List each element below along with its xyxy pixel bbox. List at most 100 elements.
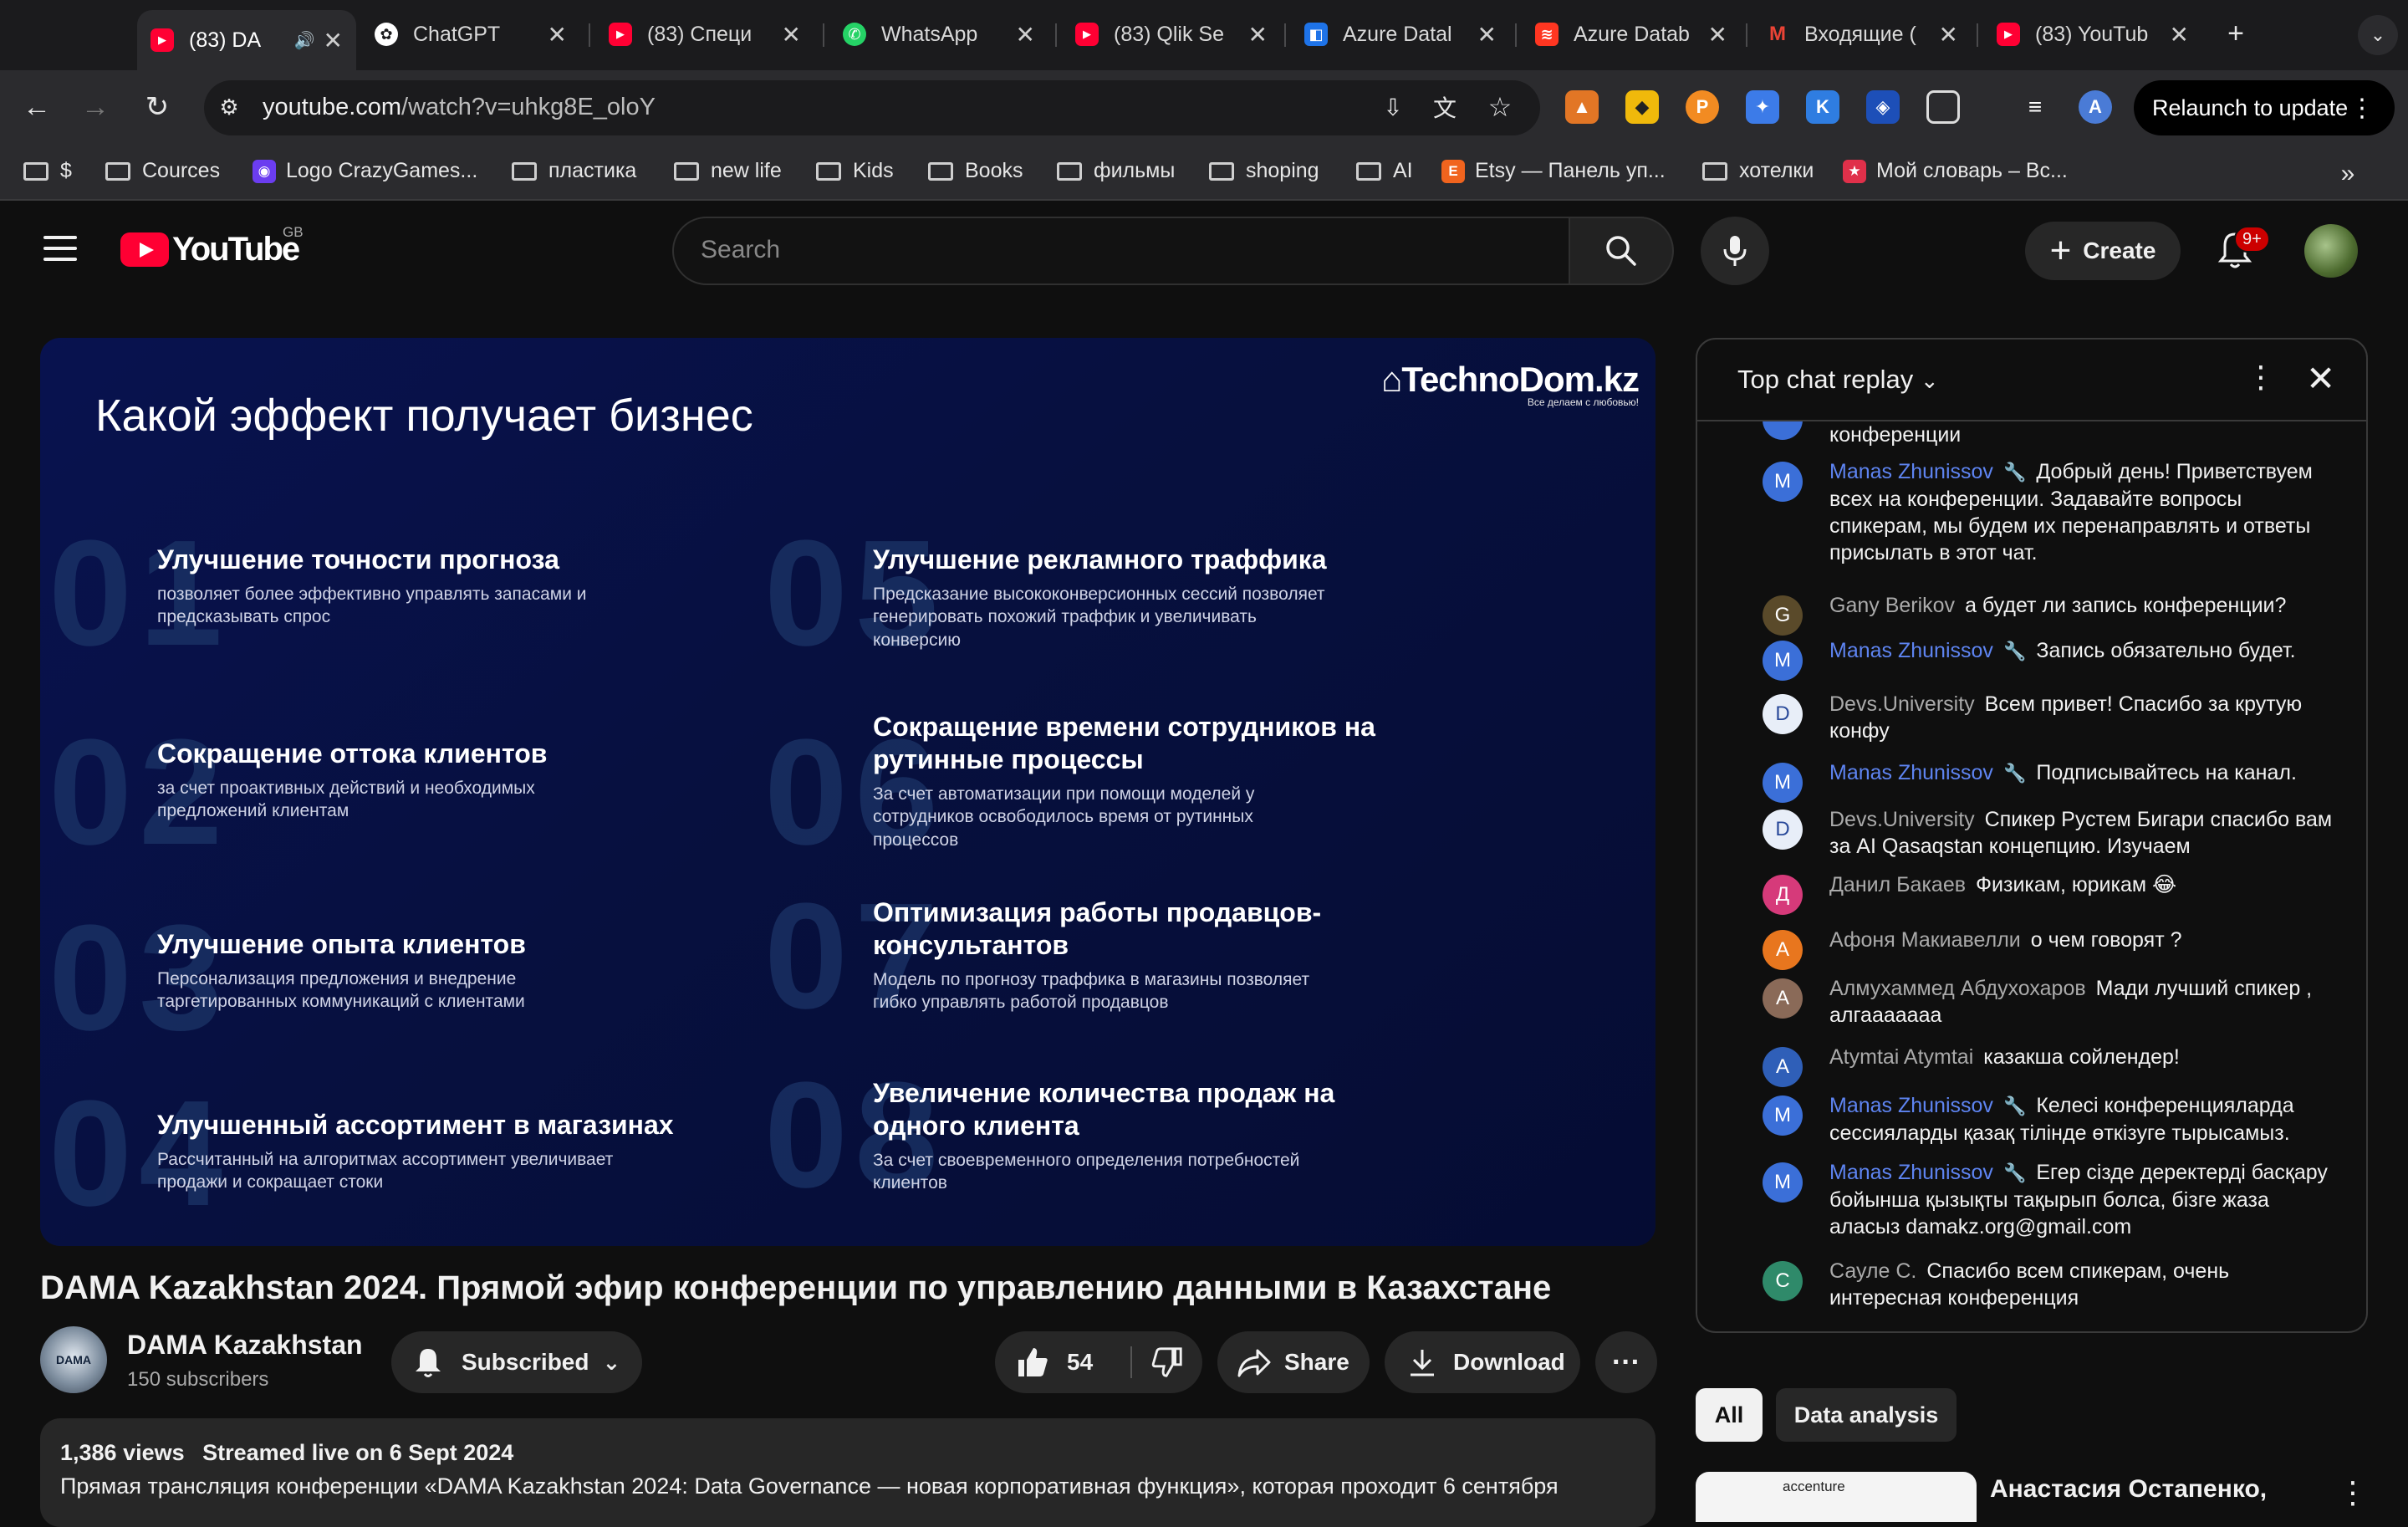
profile-icon[interactable]: A xyxy=(2079,90,2112,124)
chat-author[interactable]: Manas Zhunissov xyxy=(1829,460,1993,483)
bookmark-item[interactable]: Kids xyxy=(816,159,894,183)
translate-icon[interactable]: 文 xyxy=(1426,89,1463,125)
bookmark-item[interactable]: пластика xyxy=(512,159,636,183)
tab-close-icon[interactable]: ✕ xyxy=(1939,21,1958,49)
chat-author[interactable]: Manas Zhunissov xyxy=(1829,1094,1993,1117)
extension-p-icon[interactable]: P xyxy=(1686,90,1719,124)
chat-author[interactable]: Manas Zhunissov xyxy=(1829,639,1993,662)
bookmark-item[interactable]: shoping xyxy=(1209,159,1319,183)
media-control-icon[interactable]: ≡ xyxy=(2018,90,2052,124)
video-player[interactable]: Какой эффект получает бизнес ⌂TechnoDom.… xyxy=(40,338,1656,1246)
bookmark-star-icon[interactable]: ☆ xyxy=(1482,89,1518,125)
reload-icon[interactable]: ↻ xyxy=(139,89,176,125)
chat-author[interactable]: Devs.University xyxy=(1829,808,1975,831)
url-path: /watch?v=uhkg8E_oloY xyxy=(401,94,656,120)
like-button[interactable]: 54 xyxy=(995,1331,1130,1393)
browser-tab[interactable]: ≋ Azure Datab ✕ xyxy=(1522,10,1741,59)
chat-author[interactable]: Gany Berikov xyxy=(1829,594,1955,617)
bookmark-item[interactable]: E Etsy — Панель уп... xyxy=(1441,159,1666,183)
chat-message-list[interactable]: конференции M Manas Zhunissov 🔧 Добрый день… xyxy=(1697,421,2366,1331)
tab-close-icon[interactable]: ✕ xyxy=(782,21,801,49)
chat-text: а будет ли запись конференции? xyxy=(1965,594,2287,617)
recommendation-title[interactable]: Анастасия Остапенко, xyxy=(1990,1475,2267,1504)
account-avatar[interactable] xyxy=(2304,224,2358,278)
chat-mode-dropdown[interactable]: Top chat replay ⌄ xyxy=(1737,365,1939,395)
view-count: 1,386 views xyxy=(60,1440,185,1465)
folder-icon xyxy=(1356,161,1381,181)
browser-tab[interactable]: ✆ WhatsApp ✕ xyxy=(829,10,1048,59)
menu-icon[interactable] xyxy=(43,236,77,261)
chat-author[interactable]: Devs.University xyxy=(1829,692,1975,716)
metamask-icon[interactable]: ▲ xyxy=(1565,90,1599,124)
tab-search-chevron-icon[interactable]: ⌄ xyxy=(2358,15,2398,55)
channel-name[interactable]: DAMA Kazakhstan xyxy=(127,1330,363,1361)
moderator-wrench-icon: 🔧 xyxy=(2002,1162,2027,1183)
description-box[interactable] xyxy=(40,1418,1656,1527)
browser-tab[interactable]: ▶ (83) Qlik Se ✕ xyxy=(1062,10,1281,59)
moderator-wrench-icon: 🔧 xyxy=(2002,763,2027,784)
chat-more-icon[interactable]: ⋮ xyxy=(2246,360,2276,395)
chat-author[interactable]: Manas Zhunissov xyxy=(1829,1161,1993,1184)
chat-message: D Devs.University Спикер Рустем Бигари спа… xyxy=(1737,806,2339,860)
extension-k-icon[interactable]: K xyxy=(1806,90,1839,124)
bookmark-item[interactable]: Cources xyxy=(105,159,220,183)
speaker-icon[interactable]: 🔊 xyxy=(294,30,315,51)
channel-avatar[interactable]: DAMA xyxy=(40,1326,107,1393)
tab-close-icon[interactable]: ✕ xyxy=(2170,21,2189,49)
chat-author[interactable]: Manas Zhunissov xyxy=(1829,761,1993,784)
more-bookmarks-icon[interactable]: » xyxy=(2329,156,2366,192)
tab-close-icon[interactable]: ✕ xyxy=(1477,21,1497,49)
bookmark-item[interactable]: Books xyxy=(928,159,1023,183)
binance-icon[interactable]: ◆ xyxy=(1625,90,1659,124)
site-info-icon[interactable]: ⚙ xyxy=(211,89,247,125)
share-button[interactable]: Share xyxy=(1217,1331,1370,1393)
bookmark-item[interactable]: new life xyxy=(674,159,782,183)
address-url[interactable]: youtube.com/watch?v=uhkg8E_oloY xyxy=(263,94,656,121)
bookmark-item[interactable]: ◉ Logo CrazyGames... xyxy=(253,159,477,183)
browser-tab[interactable]: ▶ (83) DA 🔊 ✕ xyxy=(137,10,356,70)
browser-tab[interactable]: ◧ Azure Datal ✕ xyxy=(1291,10,1510,59)
filter-chip[interactable]: Data analysis xyxy=(1776,1388,1956,1442)
more-actions-button[interactable]: ··· xyxy=(1595,1331,1657,1393)
bookmark-item[interactable]: AI xyxy=(1356,159,1413,183)
tab-close-icon[interactable]: ✕ xyxy=(1248,21,1268,49)
tab-close-icon[interactable]: ✕ xyxy=(1708,21,1727,49)
browser-tab[interactable]: ▶ (83) YouTub ✕ xyxy=(1983,10,2202,59)
filter-chip[interactable]: All xyxy=(1696,1388,1763,1442)
close-icon[interactable]: ✕ xyxy=(2306,358,2335,399)
bookmark-label: пластика xyxy=(548,159,637,182)
download-button[interactable]: Download xyxy=(1385,1331,1580,1393)
search-input[interactable] xyxy=(672,217,1570,285)
extension-diamond-icon[interactable]: ◈ xyxy=(1866,90,1900,124)
browser-tab[interactable]: ✿ ChatGPT ✕ xyxy=(361,10,580,59)
bookmark-item[interactable]: хотелки xyxy=(1702,159,1814,183)
back-arrow-icon[interactable]: ← xyxy=(18,89,55,125)
chat-author[interactable]: Алмухаммед Абдухохаров xyxy=(1829,977,2086,1000)
install-app-icon[interactable]: ⇩ xyxy=(1375,89,1411,125)
bookmark-item[interactable]: фильмы xyxy=(1057,159,1175,183)
new-tab-button[interactable]: + xyxy=(2217,15,2254,52)
forward-arrow-icon[interactable]: → xyxy=(77,89,114,125)
extensions-puzzle-icon[interactable] xyxy=(1926,90,1960,124)
extension-puzzle-blue-icon[interactable]: ✦ xyxy=(1746,90,1779,124)
chat-author[interactable]: Афоня Макиавелли xyxy=(1829,928,2021,952)
bookmark-item[interactable]: ★ Мой словарь – Вс... xyxy=(1843,159,2068,183)
browser-tab[interactable]: M Входящие (✕ xyxy=(1752,10,1972,59)
tab-close-icon[interactable]: ✕ xyxy=(324,27,343,54)
youtube-logo[interactable]: YouTube xyxy=(120,231,300,268)
tab-separator xyxy=(1977,23,1978,47)
chat-author[interactable]: Atymtai Atymtai xyxy=(1829,1045,1973,1069)
tab-close-icon[interactable]: ✕ xyxy=(1016,21,1035,49)
voice-search-button[interactable] xyxy=(1701,217,1769,285)
tab-close-icon[interactable]: ✕ xyxy=(548,21,567,49)
browser-tab[interactable]: ▶ (83) Специ ✕ xyxy=(595,10,814,59)
subscribed-button[interactable]: Subscribed ⌄ xyxy=(391,1331,642,1393)
search-button[interactable] xyxy=(1569,217,1674,285)
chat-author[interactable]: Сауле С. xyxy=(1829,1259,1916,1283)
etsy-icon: E xyxy=(1441,159,1465,183)
dislike-button[interactable] xyxy=(1132,1331,1202,1393)
create-button[interactable]: + Create xyxy=(2025,222,2181,280)
bookmark-item[interactable]: $ xyxy=(23,159,72,183)
chat-author[interactable]: Данил Бакаев xyxy=(1829,873,1966,896)
relaunch-to-update-button[interactable]: Relaunch to update ⋮ xyxy=(2134,80,2395,135)
